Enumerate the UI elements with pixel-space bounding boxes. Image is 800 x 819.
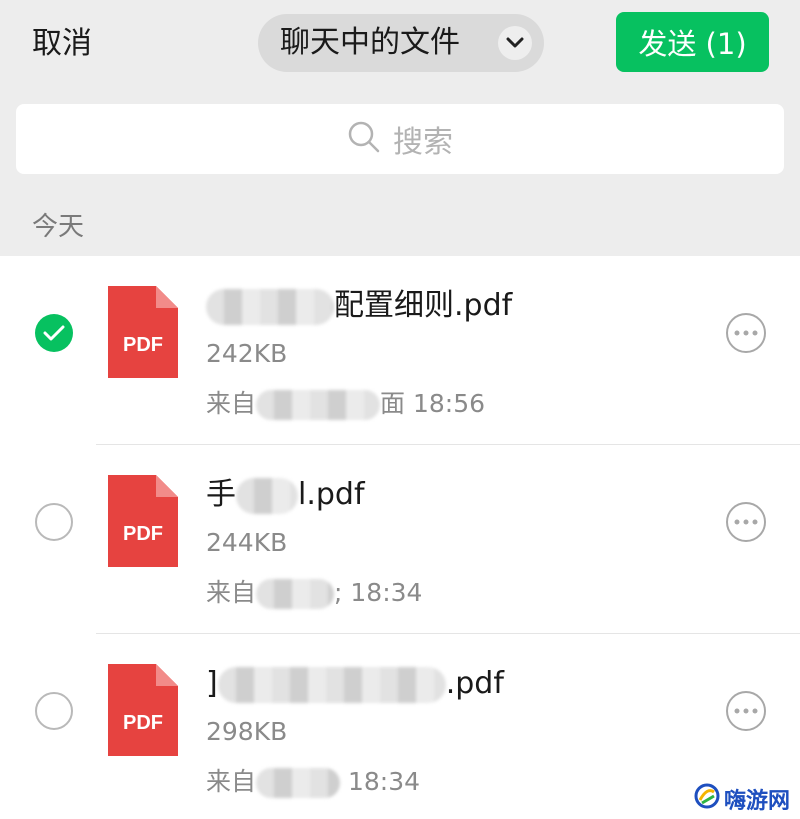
file-list: PDF 配置细则.pdf 242KB 来自面 18:56 PDF 手 l.pdf …	[0, 256, 800, 819]
pdf-label: PDF	[123, 712, 163, 734]
search-icon	[347, 120, 381, 158]
pdf-label: PDF	[123, 334, 163, 356]
file-size: 242KB	[206, 339, 288, 368]
select-radio[interactable]	[35, 692, 73, 730]
file-name: 手 l.pdf	[206, 477, 365, 514]
pdf-file-icon: PDF	[108, 664, 178, 756]
file-name: 配置细则.pdf	[206, 286, 512, 326]
chevron-down-icon	[498, 26, 532, 60]
watermark-text: 嗨游网	[724, 789, 791, 814]
watermark-logo-icon	[694, 783, 720, 815]
more-icon[interactable]	[726, 502, 766, 542]
file-source: 来自 18:34	[206, 767, 421, 798]
folder-selector[interactable]: 聊天中的文件	[258, 14, 544, 72]
redacted-text	[256, 390, 381, 420]
pdf-label: PDF	[123, 523, 163, 545]
more-icon[interactable]	[726, 313, 766, 353]
file-size: 244KB	[206, 528, 288, 557]
file-name: ] .pdf	[206, 666, 504, 703]
page-title: 聊天中的文件	[280, 25, 460, 60]
list-item[interactable]: PDF 配置细则.pdf 242KB 来自面 18:56	[0, 256, 800, 445]
redacted-text	[206, 288, 334, 325]
more-icon[interactable]	[726, 691, 766, 731]
select-radio[interactable]	[35, 503, 73, 541]
send-button[interactable]: 发送 (1)	[616, 12, 769, 72]
section-header-today: 今天	[32, 212, 85, 242]
check-icon[interactable]	[35, 314, 73, 352]
search-placeholder: 搜索	[393, 125, 453, 160]
watermark: 嗨游网	[694, 783, 791, 815]
file-size: 298KB	[206, 717, 288, 746]
file-source: 来自面 18:56	[206, 389, 486, 420]
pdf-file-icon: PDF	[108, 286, 178, 378]
cancel-button[interactable]: 取消	[32, 24, 92, 64]
list-item[interactable]: PDF 手 l.pdf 244KB 来自; 18:34	[0, 445, 800, 634]
redacted-text	[217, 666, 446, 703]
list-item[interactable]: PDF ] .pdf 298KB 来自 18:34	[0, 634, 800, 819]
file-source: 来自; 18:34	[206, 578, 423, 609]
redacted-text	[256, 768, 341, 798]
top-bar: 取消 聊天中的文件 发送 (1)	[0, 0, 800, 96]
search-input[interactable]: 搜索	[16, 104, 784, 174]
redacted-text	[256, 579, 335, 609]
pdf-file-icon: PDF	[108, 475, 178, 567]
redacted-text	[236, 477, 298, 514]
